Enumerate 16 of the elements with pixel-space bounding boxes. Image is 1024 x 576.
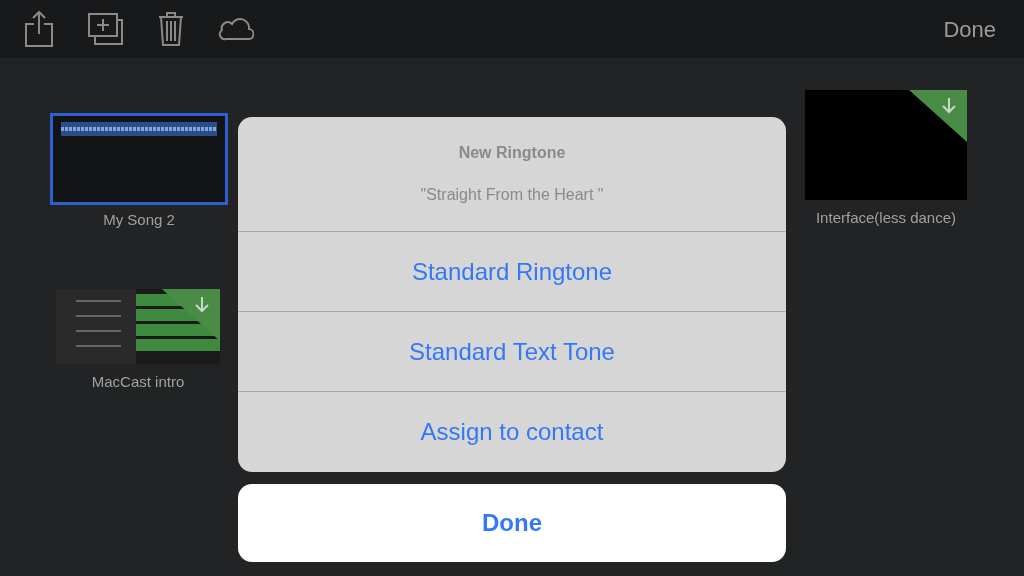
cloud-icon[interactable] <box>218 17 254 41</box>
download-badge-icon <box>162 289 220 341</box>
download-badge-icon <box>909 90 967 142</box>
document-title: Interface(less dance) <box>815 208 957 228</box>
action-button[interactable]: Standard Ringtone <box>238 232 786 312</box>
done-button[interactable]: Done <box>943 12 1000 46</box>
action-button[interactable]: Standard Text Tone <box>238 312 786 392</box>
sheet-subtitle: "Straight From the Heart " <box>420 185 604 205</box>
action-button[interactable]: Assign to contact <box>238 392 786 472</box>
trash-icon[interactable] <box>158 11 184 47</box>
share-icon[interactable] <box>24 10 54 48</box>
done-button[interactable]: Done <box>238 484 786 562</box>
document-title: My Song 2 <box>103 210 175 230</box>
sheet-title: New Ringtone <box>458 143 566 163</box>
document-title: MacCast intro <box>91 372 185 392</box>
add-copy-icon[interactable] <box>88 13 124 45</box>
